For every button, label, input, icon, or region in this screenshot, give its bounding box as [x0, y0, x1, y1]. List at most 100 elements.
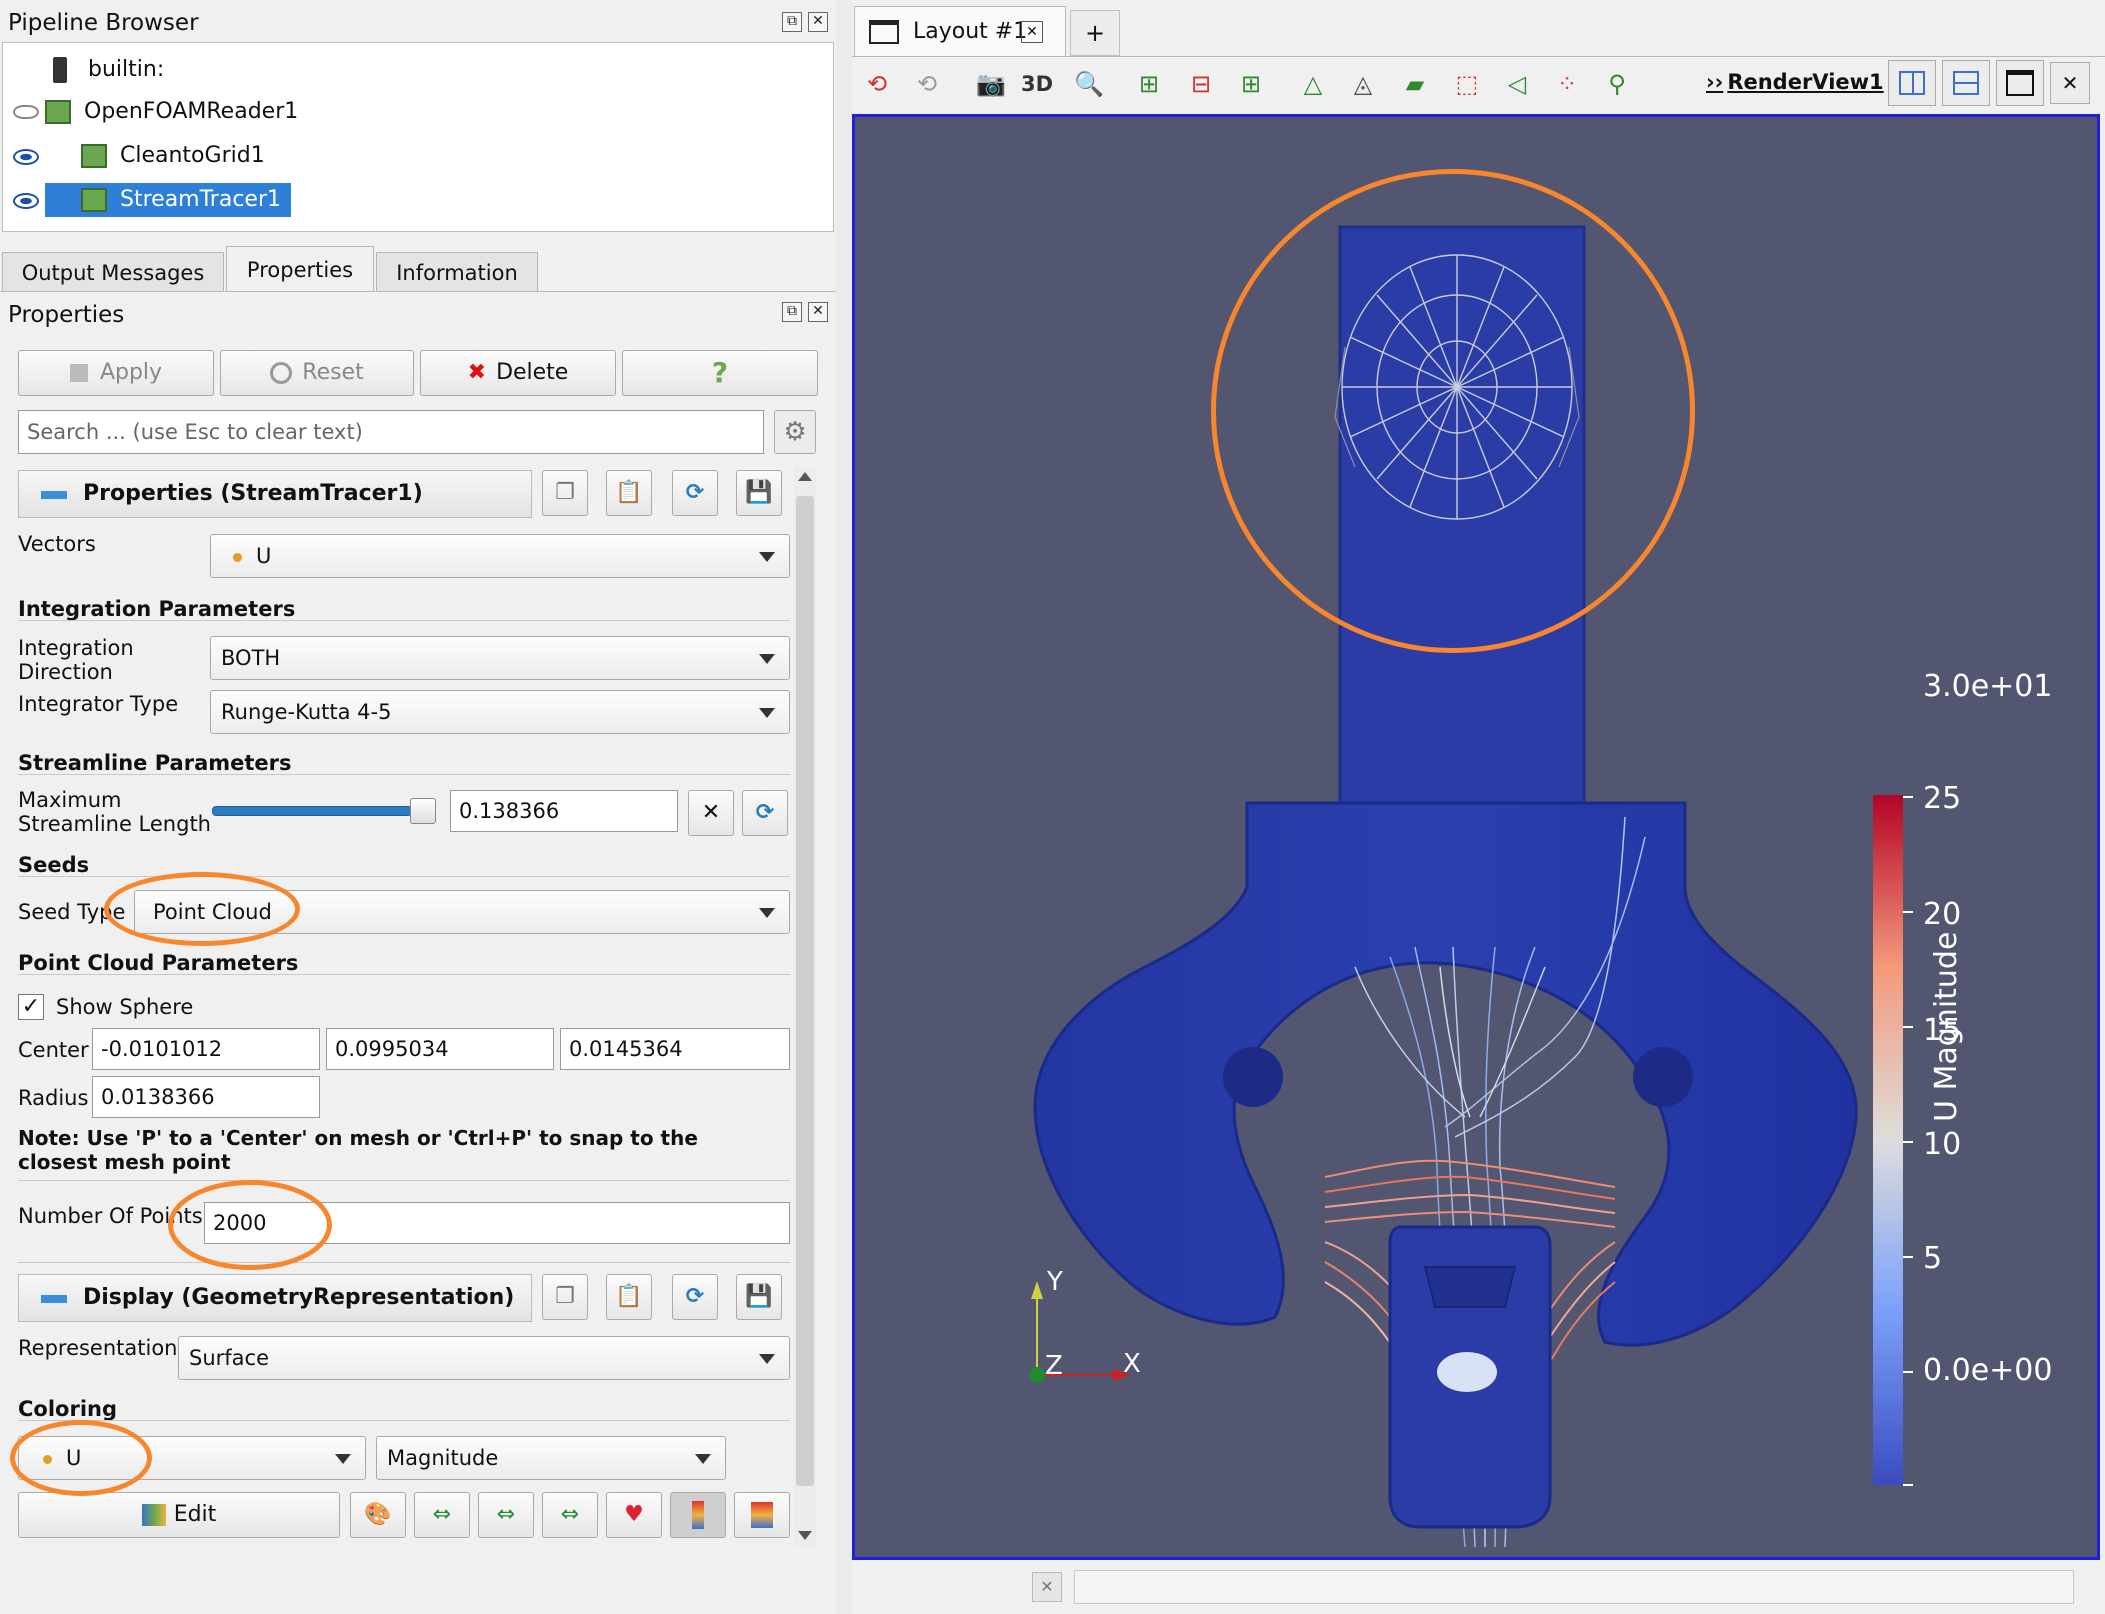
split-vertical-icon[interactable] — [1942, 60, 1990, 106]
split-horizontal-icon[interactable] — [1888, 60, 1936, 106]
save-icon[interactable]: 💾 — [736, 470, 782, 516]
hover-points-icon[interactable]: ⁘ — [1548, 64, 1586, 104]
pipeline-item-openfoamreader1[interactable]: OpenFOAMReader1 — [45, 95, 298, 129]
integration-direction-select[interactable]: BOTH — [210, 636, 790, 680]
help-button[interactable]: ? — [622, 350, 818, 396]
scroll-up-arrow[interactable] — [798, 472, 812, 481]
select-points-on-icon[interactable]: ⊟ — [1182, 64, 1220, 104]
refresh-icon[interactable]: ⟳ — [742, 790, 788, 836]
tab-information[interactable]: Information — [376, 252, 538, 292]
reset-button[interactable]: Reset — [220, 350, 414, 396]
overflow-chevron-icon: ›› — [1706, 70, 1724, 94]
select-polygon-cells-icon[interactable]: △ — [1294, 64, 1332, 104]
edit-colormap-button[interactable]: Edit — [18, 1492, 340, 1538]
coloring-component-select[interactable]: Magnitude — [376, 1436, 726, 1480]
interactive-select-cells-icon[interactable]: ▰ — [1396, 64, 1434, 104]
render-viewport[interactable]: 3.0e+01 25 20 15 10 5 0.0e+00 U Magnitud… — [852, 114, 2100, 1560]
max-length-slider-track[interactable] — [212, 806, 412, 816]
eye-visible-icon[interactable] — [13, 149, 39, 165]
camera-capture-icon[interactable]: 📷 — [972, 64, 1010, 104]
hover-cells-icon[interactable]: ◁ — [1498, 64, 1536, 104]
pipeline-item-streamtracer1[interactable]: StreamTracer1 — [45, 183, 292, 217]
scroll-down-arrow[interactable] — [798, 1531, 812, 1540]
show-sphere-checkbox[interactable]: ✓ — [18, 994, 44, 1020]
choose-preset-icon[interactable]: 🎨 — [350, 1492, 406, 1538]
save-icon[interactable]: 💾 — [736, 1274, 782, 1320]
clear-icon[interactable]: ✕ — [688, 790, 734, 836]
representation-select[interactable]: Surface — [178, 1336, 790, 1380]
copy-icon[interactable]: ❐ — [542, 1274, 588, 1320]
highlight-ring-number-of-points — [168, 1180, 332, 1270]
collapse-icon — [41, 1295, 67, 1303]
eye-visible-icon[interactable] — [13, 193, 39, 209]
interactive-select-points-icon[interactable]: ⬚ — [1448, 64, 1486, 104]
favorite-preset-icon[interactable]: ♥ — [606, 1492, 662, 1538]
zoom-to-box-icon[interactable]: 🔍 — [1070, 64, 1108, 104]
refresh-icon[interactable]: ⟳ — [672, 470, 718, 516]
find-data-icon[interactable]: ⚲ — [1598, 64, 1636, 104]
settings-gear-icon[interactable]: ⚙ — [774, 410, 816, 454]
toggle-colorbar-icon[interactable] — [670, 1492, 726, 1538]
properties-scrollbar[interactable] — [794, 466, 816, 1546]
float-icon[interactable]: ⧉ — [782, 302, 802, 322]
max-length-slider-handle[interactable] — [410, 798, 436, 824]
apply-button[interactable]: Apply — [18, 350, 214, 396]
colorbar-tick-label: 0.0e+00 — [1923, 1353, 2053, 1388]
section-divider — [18, 620, 790, 621]
properties-group-header[interactable]: Properties (StreamTracer1) — [18, 470, 532, 518]
axis-y-label: Y — [1047, 1267, 1063, 1297]
close-icon[interactable]: ✕ — [808, 302, 828, 322]
snap-note: Note: Use 'P' to a 'Center' on mesh or '… — [18, 1126, 698, 1174]
close-tab-icon[interactable]: ✕ — [1021, 21, 1043, 43]
tab-layout-1[interactable]: Layout #1 ✕ — [854, 6, 1066, 56]
center-y-input[interactable]: 0.0995034 — [326, 1028, 554, 1070]
delete-button[interactable]: ✖ Delete — [420, 350, 616, 396]
chevron-down-icon — [695, 1454, 711, 1464]
tab-properties[interactable]: Properties — [226, 246, 374, 292]
pipeline-item-builtin[interactable]: builtin: — [53, 53, 164, 87]
select-polygon-points-icon[interactable]: ◬ — [1344, 64, 1382, 104]
vectors-select[interactable]: U — [210, 534, 790, 578]
reset-camera-closest-icon[interactable]: ⟲ — [908, 64, 946, 104]
max-length-input[interactable]: 0.138366 — [450, 790, 678, 832]
integrator-type-select[interactable]: Runge-Kutta 4-5 — [210, 690, 790, 734]
splitter-handle[interactable] — [836, 0, 852, 1614]
close-view-icon[interactable]: ✕ — [2050, 62, 2090, 104]
chevron-down-icon — [759, 552, 775, 562]
toggle-3d-button[interactable]: 3D — [1018, 64, 1056, 104]
eye-hidden-icon[interactable] — [13, 105, 39, 119]
streamline-section-title: Streamline Parameters — [18, 751, 292, 775]
select-cells-through-icon[interactable]: ⊞ — [1232, 64, 1270, 104]
tab-output-messages[interactable]: Output Messages — [2, 252, 224, 292]
radius-input[interactable]: 0.0138366 — [92, 1076, 320, 1118]
scroll-thumb[interactable] — [796, 496, 814, 1486]
pipeline-item-cleantogrid1[interactable]: CleantoGrid1 — [81, 139, 265, 173]
select-cells-on-icon[interactable]: ⊞ — [1130, 64, 1168, 104]
rescale-custom-icon[interactable]: ⇔ — [478, 1492, 534, 1538]
center-label: Center — [18, 1038, 89, 1062]
colorbar-title: U Magnitude — [1929, 931, 1964, 1122]
close-icon[interactable]: ✕ — [808, 12, 828, 32]
colorbar-visibility-icon[interactable] — [734, 1492, 790, 1538]
server-icon — [53, 57, 67, 83]
center-z-input[interactable]: 0.0145364 — [560, 1028, 790, 1070]
rescale-range-icon[interactable]: ⇔ — [414, 1492, 470, 1538]
paste-icon[interactable]: 📋 — [606, 1274, 652, 1320]
status-close-icon[interactable]: ✕ — [1032, 1572, 1062, 1602]
maximize-view-icon[interactable] — [1996, 60, 2044, 106]
show-sphere-label: Show Sphere — [56, 995, 194, 1019]
highlight-ring-seed-type — [104, 872, 300, 946]
render-view-label[interactable]: ›› RenderView1 — [1706, 70, 1884, 94]
paste-icon[interactable]: 📋 — [606, 470, 652, 516]
max-streamline-length-label: Maximum Streamline Length — [18, 788, 211, 836]
reset-camera-icon[interactable]: ⟲ — [858, 64, 896, 104]
refresh-icon[interactable]: ⟳ — [672, 1274, 718, 1320]
display-group-header[interactable]: Display (GeometryRepresentation) — [18, 1274, 532, 1322]
point-data-icon — [233, 552, 242, 562]
rescale-temporal-icon[interactable]: ⇔ — [542, 1492, 598, 1538]
copy-icon[interactable]: ❐ — [542, 470, 588, 516]
center-x-input[interactable]: -0.0101012 — [92, 1028, 320, 1070]
float-icon[interactable]: ⧉ — [782, 12, 802, 32]
add-layout-tab-button[interactable]: + — [1070, 10, 1120, 56]
search-input[interactable]: Search ... (use Esc to clear text) — [18, 410, 764, 454]
